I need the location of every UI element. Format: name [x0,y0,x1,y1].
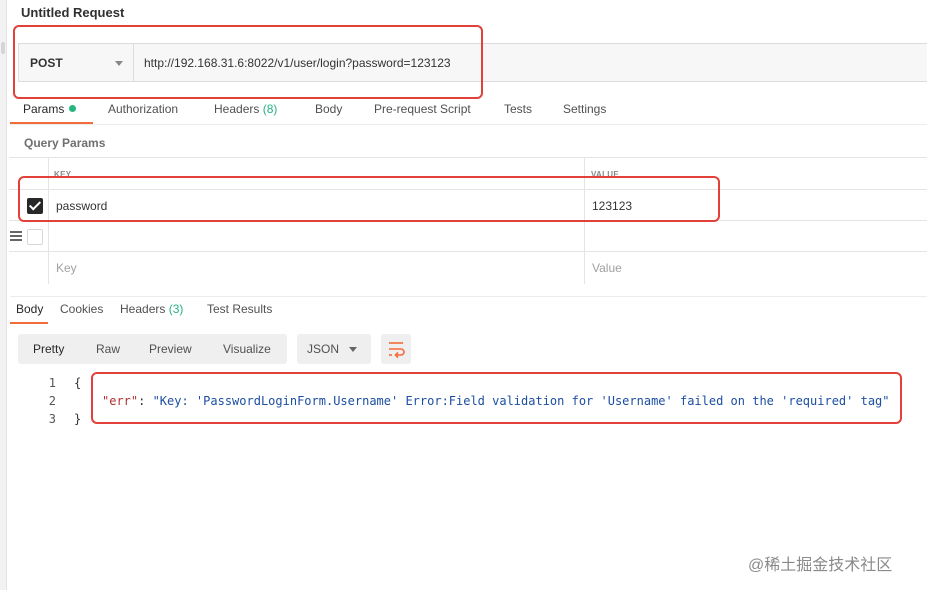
chevron-down-icon [349,347,357,352]
tab-tests[interactable]: Tests [504,102,532,116]
key-placeholder[interactable]: Key [56,261,77,275]
param-key-cell[interactable]: password [56,199,107,213]
query-params-table: KEY VALUE password 123123 Key Value [9,157,927,284]
tab-params-label: Params [23,102,65,116]
key-column-header: KEY [54,170,72,179]
method-label: POST [30,56,63,70]
tab-response-body-label: Body [16,302,44,316]
json-line: "err": "Key: 'PasswordLoginForm.Username… [102,394,890,408]
active-tab-indicator [10,122,93,124]
close-brace: } [74,412,82,426]
table-row [9,190,927,221]
tab-test-results[interactable]: Test Results [207,302,272,316]
tab-response-body[interactable]: Body [16,302,43,316]
url-input[interactable] [135,44,925,81]
tab-settings-label: Settings [563,102,607,116]
table-row [9,221,927,252]
url-bar: POST [18,43,927,82]
collapse-handle[interactable] [1,42,5,54]
tab-settings[interactable]: Settings [563,102,606,116]
value-column-header: VALUE [591,170,620,179]
active-dot-icon [69,105,77,112]
tab-params[interactable]: Params [23,102,77,116]
visualize-button[interactable]: Visualize [223,342,271,356]
param-enabled-checkbox[interactable] [27,198,43,214]
tab-authorization[interactable]: Authorization [108,102,178,116]
active-tab-indicator [10,322,48,324]
method-select[interactable]: POST [19,44,134,81]
value-placeholder[interactable]: Value [592,261,622,275]
tab-test-results-label: Test Results [207,302,273,316]
tab-tests-label: Tests [504,102,533,116]
tab-response-headers[interactable]: Headers (3) [120,302,183,316]
tab-headers-count: (8) [262,102,278,116]
tab-response-headers-count: (3) [168,302,184,316]
drag-handle-icon[interactable] [10,231,22,241]
json-key: "err" [102,394,139,408]
format-select[interactable]: JSON [297,334,371,364]
tab-headers[interactable]: Headers (8) [214,102,277,116]
tab-headers-label: Headers [214,102,260,116]
request-title[interactable]: Untitled Request [21,5,124,20]
open-brace: { [74,376,82,390]
tab-cookies[interactable]: Cookies [60,302,103,316]
param-value-cell[interactable]: 123123 [592,199,632,213]
tab-response-headers-label: Headers [120,302,166,316]
tab-body-label: Body [315,102,343,116]
format-label: JSON [307,342,340,356]
tab-pre-request-script[interactable]: Pre-request Script [374,102,471,116]
query-params-title: Query Params [24,136,106,150]
preview-button[interactable]: Preview [149,342,192,356]
watermark: @稀土掘金技术社区 [748,557,893,574]
tab-pre-request-script-label: Pre-request Script [374,102,471,116]
tab-body[interactable]: Body [315,102,342,116]
response-tabs: Body Cookies Headers (3) Test Results [10,296,927,324]
table-header-row: KEY VALUE [9,158,927,190]
tab-cookies-label: Cookies [60,302,104,316]
tab-authorization-label: Authorization [108,102,179,116]
pretty-button[interactable]: Pretty [33,342,64,356]
sidebar-edge [0,0,7,590]
view-mode-group: Pretty Raw Preview Visualize [18,334,287,364]
raw-button[interactable]: Raw [96,342,120,356]
json-value: "Key: 'PasswordLoginForm.Username' Error… [152,394,890,408]
json-colon: : [138,394,153,408]
request-tabs: Params Authorization Headers (8) Body Pr… [10,97,927,125]
param-enabled-checkbox[interactable] [27,229,43,245]
line-number: 2 [48,394,56,408]
wrap-lines-button[interactable] [381,334,411,364]
wrap-lines-icon [389,342,405,359]
line-number: 3 [48,412,56,426]
chevron-down-icon [115,61,123,66]
line-number: 1 [48,376,56,390]
